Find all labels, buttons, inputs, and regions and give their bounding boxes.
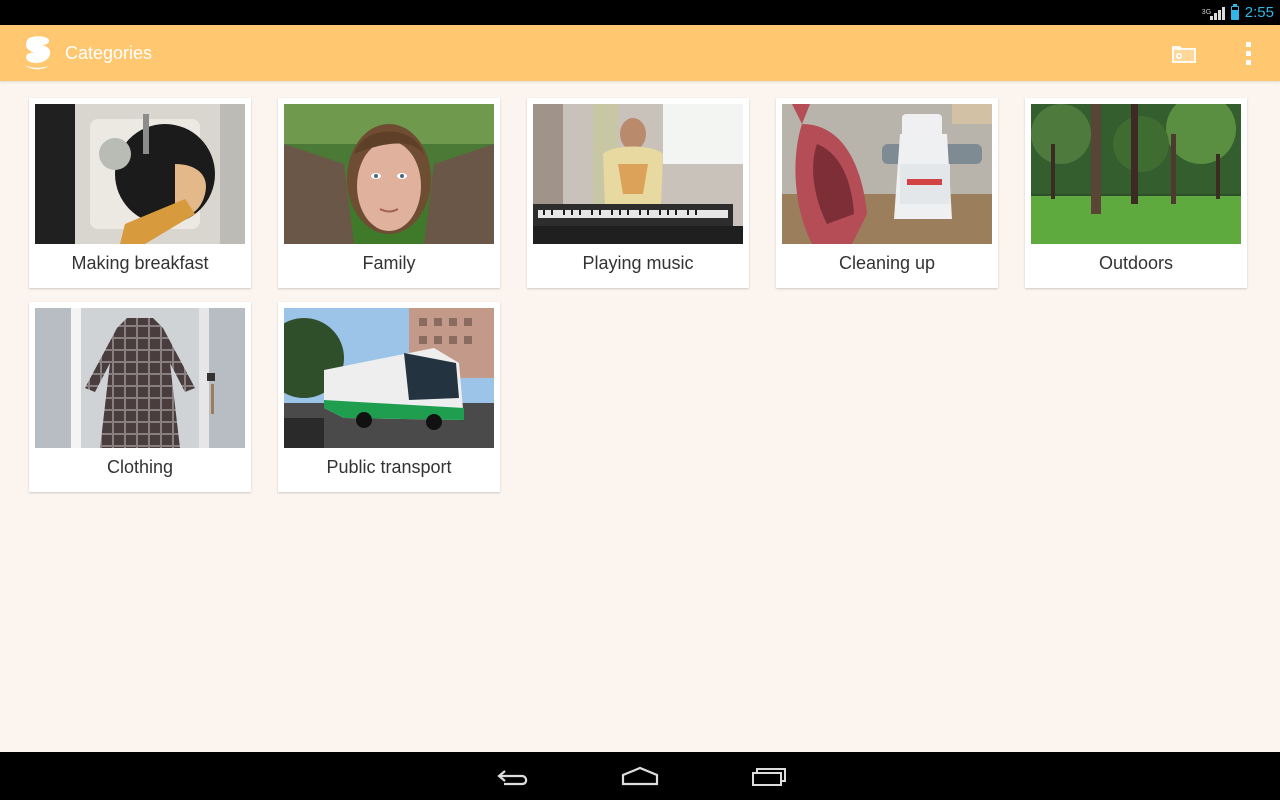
category-photo [35,104,245,244]
category-photo [1031,104,1241,244]
page-title: Categories [65,43,153,63]
overflow-dot [1245,41,1251,47]
category-card-outdoors[interactable]: Outdoors [1025,98,1247,288]
category-label: Playing music [582,253,694,273]
folder-icon [1172,46,1196,63]
category-photo [284,104,494,244]
back-button[interactable] [492,762,532,790]
overflow-dot [1245,59,1251,65]
category-grid: Making breakfast Family Playing music Cl… [29,98,1249,492]
battery-icon [1230,3,1239,20]
navigation-bar [0,752,1280,800]
category-label: Outdoors [1098,253,1174,273]
category-card-making-breakfast[interactable]: Making breakfast [29,98,251,288]
home-button[interactable] [620,762,660,790]
status-icons: 3G 2:55 [1202,0,1274,25]
category-label: Public transport [326,457,452,477]
folder-button[interactable] [1168,39,1200,67]
category-photo [35,308,245,448]
category-card-public-transport[interactable]: Public transport [278,302,500,492]
category-photo [533,104,743,244]
category-card-family[interactable]: Family [278,98,500,288]
home-icon [621,766,659,786]
recent-apps-icon [752,768,786,786]
category-card-cleaning-up[interactable]: Cleaning up [776,98,998,288]
back-icon [497,770,528,786]
action-bar: Categories [0,25,1280,81]
category-photo [284,308,494,448]
category-label: Cleaning up [838,253,936,273]
category-card-playing-music[interactable]: Playing music [527,98,749,288]
overflow-menu-button[interactable] [1236,39,1260,67]
overflow-dot [1245,50,1251,56]
category-label: Making breakfast [71,253,209,273]
category-label: Clothing [106,457,174,477]
clock: 2:55 [1244,4,1274,21]
status-bar: 3G 2:55 [0,0,1280,25]
app-logo-icon[interactable] [20,35,54,71]
category-photo [782,104,992,244]
category-card-clothing[interactable]: Clothing [29,302,251,492]
network-type: 3G [1201,8,1212,16]
signal-icon [1209,6,1225,20]
signal-indicator: 3G [1202,6,1225,20]
category-label: Family [362,253,416,273]
recent-apps-button[interactable] [748,762,788,790]
